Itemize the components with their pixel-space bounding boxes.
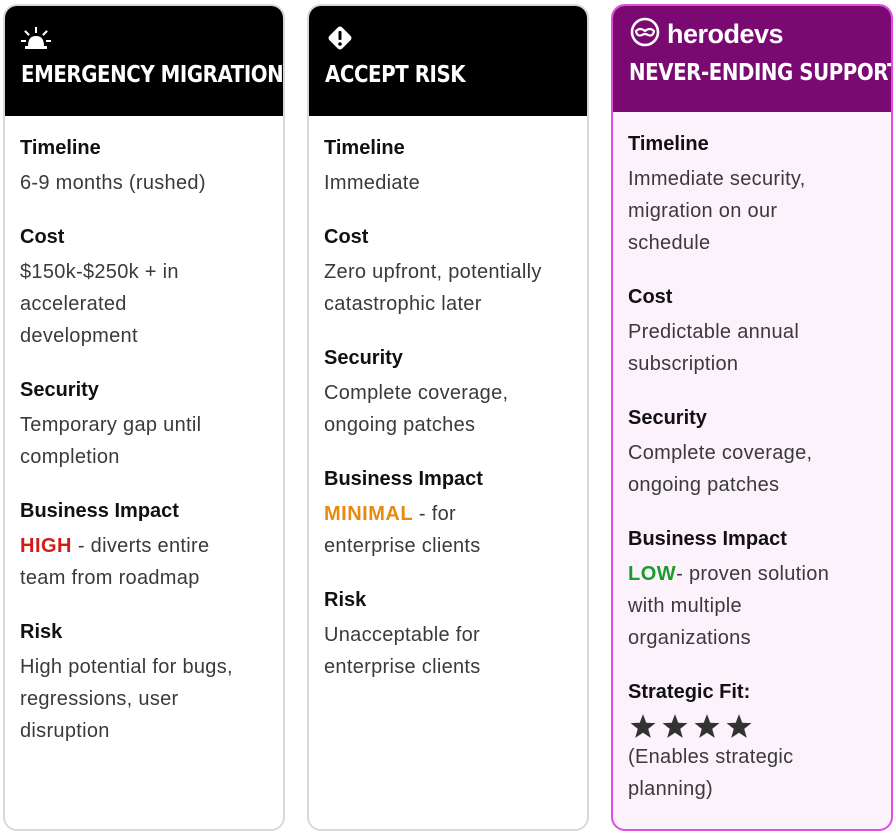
- business-impact-value-line: team from roadmap: [20, 567, 200, 589]
- timeline-label: Timeline: [628, 133, 709, 155]
- risk-label: Risk: [20, 621, 63, 643]
- security-value-line: completion: [20, 446, 120, 468]
- cost-label: Cost: [20, 226, 65, 248]
- timeline-section: Timeline 6-9 months (rushed): [20, 136, 283, 199]
- timeline-label: Timeline: [20, 137, 101, 159]
- card-title: ACCEPT RISK: [325, 62, 466, 88]
- star-icon: [694, 714, 720, 738]
- strategic-fit-section: Strategic Fit: (Enables strategic planni…: [628, 680, 891, 805]
- option-card-accept-risk: ACCEPT RISK Timeline Immediate Cost Zero…: [307, 4, 589, 831]
- strategic-fit-label: Strategic Fit:: [628, 681, 751, 703]
- timeline-section: Timeline Immediate security, migration o…: [628, 132, 891, 259]
- business-impact-value-line: HIGH - diverts entire: [20, 530, 283, 562]
- business-impact-label: Business Impact: [628, 528, 787, 550]
- cost-section: Cost $150k-$250k + in accelerated develo…: [20, 225, 283, 352]
- risk-label: Risk: [324, 589, 367, 611]
- risk-value-line: regressions, user: [20, 688, 179, 710]
- herodevs-mask-logo-icon: [629, 16, 661, 53]
- business-impact-label: Business Impact: [20, 500, 179, 522]
- cost-label: Cost: [324, 226, 369, 248]
- card-header: EMERGENCY MIGRATION: [5, 6, 283, 116]
- cost-value-line: subscription: [628, 353, 739, 375]
- timeline-section: Timeline Immediate: [324, 136, 587, 199]
- cost-value-line: accelerated: [20, 293, 127, 315]
- herodevs-brand: herodevs: [629, 17, 891, 49]
- business-impact-value-line: enterprise clients: [324, 535, 481, 557]
- business-impact-section: Business Impact HIGH - diverts entire te…: [20, 499, 283, 594]
- star-icon: [726, 714, 752, 738]
- cost-label: Cost: [628, 286, 673, 308]
- star-icon: [662, 714, 688, 738]
- impact-level-badge: MINIMAL: [324, 503, 414, 525]
- risk-value-line: disruption: [20, 720, 110, 742]
- impact-level-badge: HIGH: [20, 535, 72, 557]
- security-value-line: Complete coverage,: [628, 442, 813, 464]
- risk-value-line: enterprise clients: [324, 656, 481, 678]
- security-section: Security Complete coverage, ongoing patc…: [324, 346, 587, 441]
- business-impact-value-line: with multiple: [628, 595, 742, 617]
- business-impact-value-line: MINIMAL - for: [324, 498, 587, 530]
- business-impact-section: Business Impact LOW- proven solution wit…: [628, 527, 891, 654]
- security-value-line: ongoing patches: [628, 474, 780, 496]
- card-title: NEVER-ENDING SUPPORT: [629, 60, 893, 86]
- card-header: herodevs NEVER-ENDING SUPPORT: [613, 6, 891, 112]
- impact-description: - proven solution: [676, 563, 830, 585]
- star-icon: [630, 714, 656, 738]
- security-value-line: Complete coverage,: [324, 382, 509, 404]
- timeline-value: Immediate: [324, 172, 421, 194]
- impact-description: - diverts entire: [72, 535, 210, 557]
- impact-description: - for: [413, 503, 456, 525]
- risk-value-line: High potential for bugs,: [20, 656, 233, 678]
- business-impact-label: Business Impact: [324, 468, 483, 490]
- security-value-line: Temporary gap until: [20, 414, 202, 436]
- siren-icon: [21, 24, 283, 52]
- strategic-fit-value-line: planning): [628, 778, 713, 800]
- business-impact-section: Business Impact MINIMAL - for enterprise…: [324, 467, 587, 562]
- impact-level-badge: LOW: [628, 563, 677, 585]
- security-section: Security Temporary gap until completion: [20, 378, 283, 473]
- security-value-line: ongoing patches: [324, 414, 476, 436]
- risk-section: Risk Unacceptable for enterprise clients: [324, 588, 587, 683]
- option-card-emergency-migration: EMERGENCY MIGRATION Timeline 6-9 months …: [3, 4, 285, 831]
- cost-value-line: development: [20, 325, 138, 347]
- security-section: Security Complete coverage, ongoing patc…: [628, 406, 891, 501]
- timeline-value-line: Immediate security,: [628, 168, 806, 190]
- timeline-value-line: schedule: [628, 232, 711, 254]
- risk-section: Risk High potential for bugs, regression…: [20, 620, 283, 747]
- cost-value-line: catastrophic later: [324, 293, 482, 315]
- cost-value-line: $150k-$250k + in: [20, 261, 179, 283]
- option-card-never-ending-support: herodevs NEVER-ENDING SUPPORT Timeline I…: [611, 4, 893, 831]
- timeline-value-line: migration on our: [628, 200, 778, 222]
- security-label: Security: [324, 347, 403, 369]
- warning-diamond-icon: [325, 24, 587, 52]
- cost-value-line: Zero upfront, potentially: [324, 261, 542, 283]
- business-impact-value-line: organizations: [628, 627, 751, 649]
- timeline-label: Timeline: [324, 137, 405, 159]
- security-label: Security: [20, 379, 99, 401]
- cost-value-line: Predictable annual: [628, 321, 800, 343]
- risk-value-line: Unacceptable for: [324, 624, 481, 646]
- security-label: Security: [628, 407, 707, 429]
- cost-section: Cost Predictable annual subscription: [628, 285, 891, 380]
- business-impact-value-line: LOW- proven solution: [628, 558, 891, 590]
- strategic-fit-value-line: (Enables strategic: [628, 746, 794, 768]
- cost-section: Cost Zero upfront, potentially catastrop…: [324, 225, 587, 320]
- brand-name: herodevs: [667, 18, 784, 49]
- timeline-value: 6-9 months (rushed): [20, 172, 206, 194]
- star-rating: [630, 711, 891, 741]
- card-title: EMERGENCY MIGRATION: [21, 62, 284, 88]
- card-header: ACCEPT RISK: [309, 6, 587, 116]
